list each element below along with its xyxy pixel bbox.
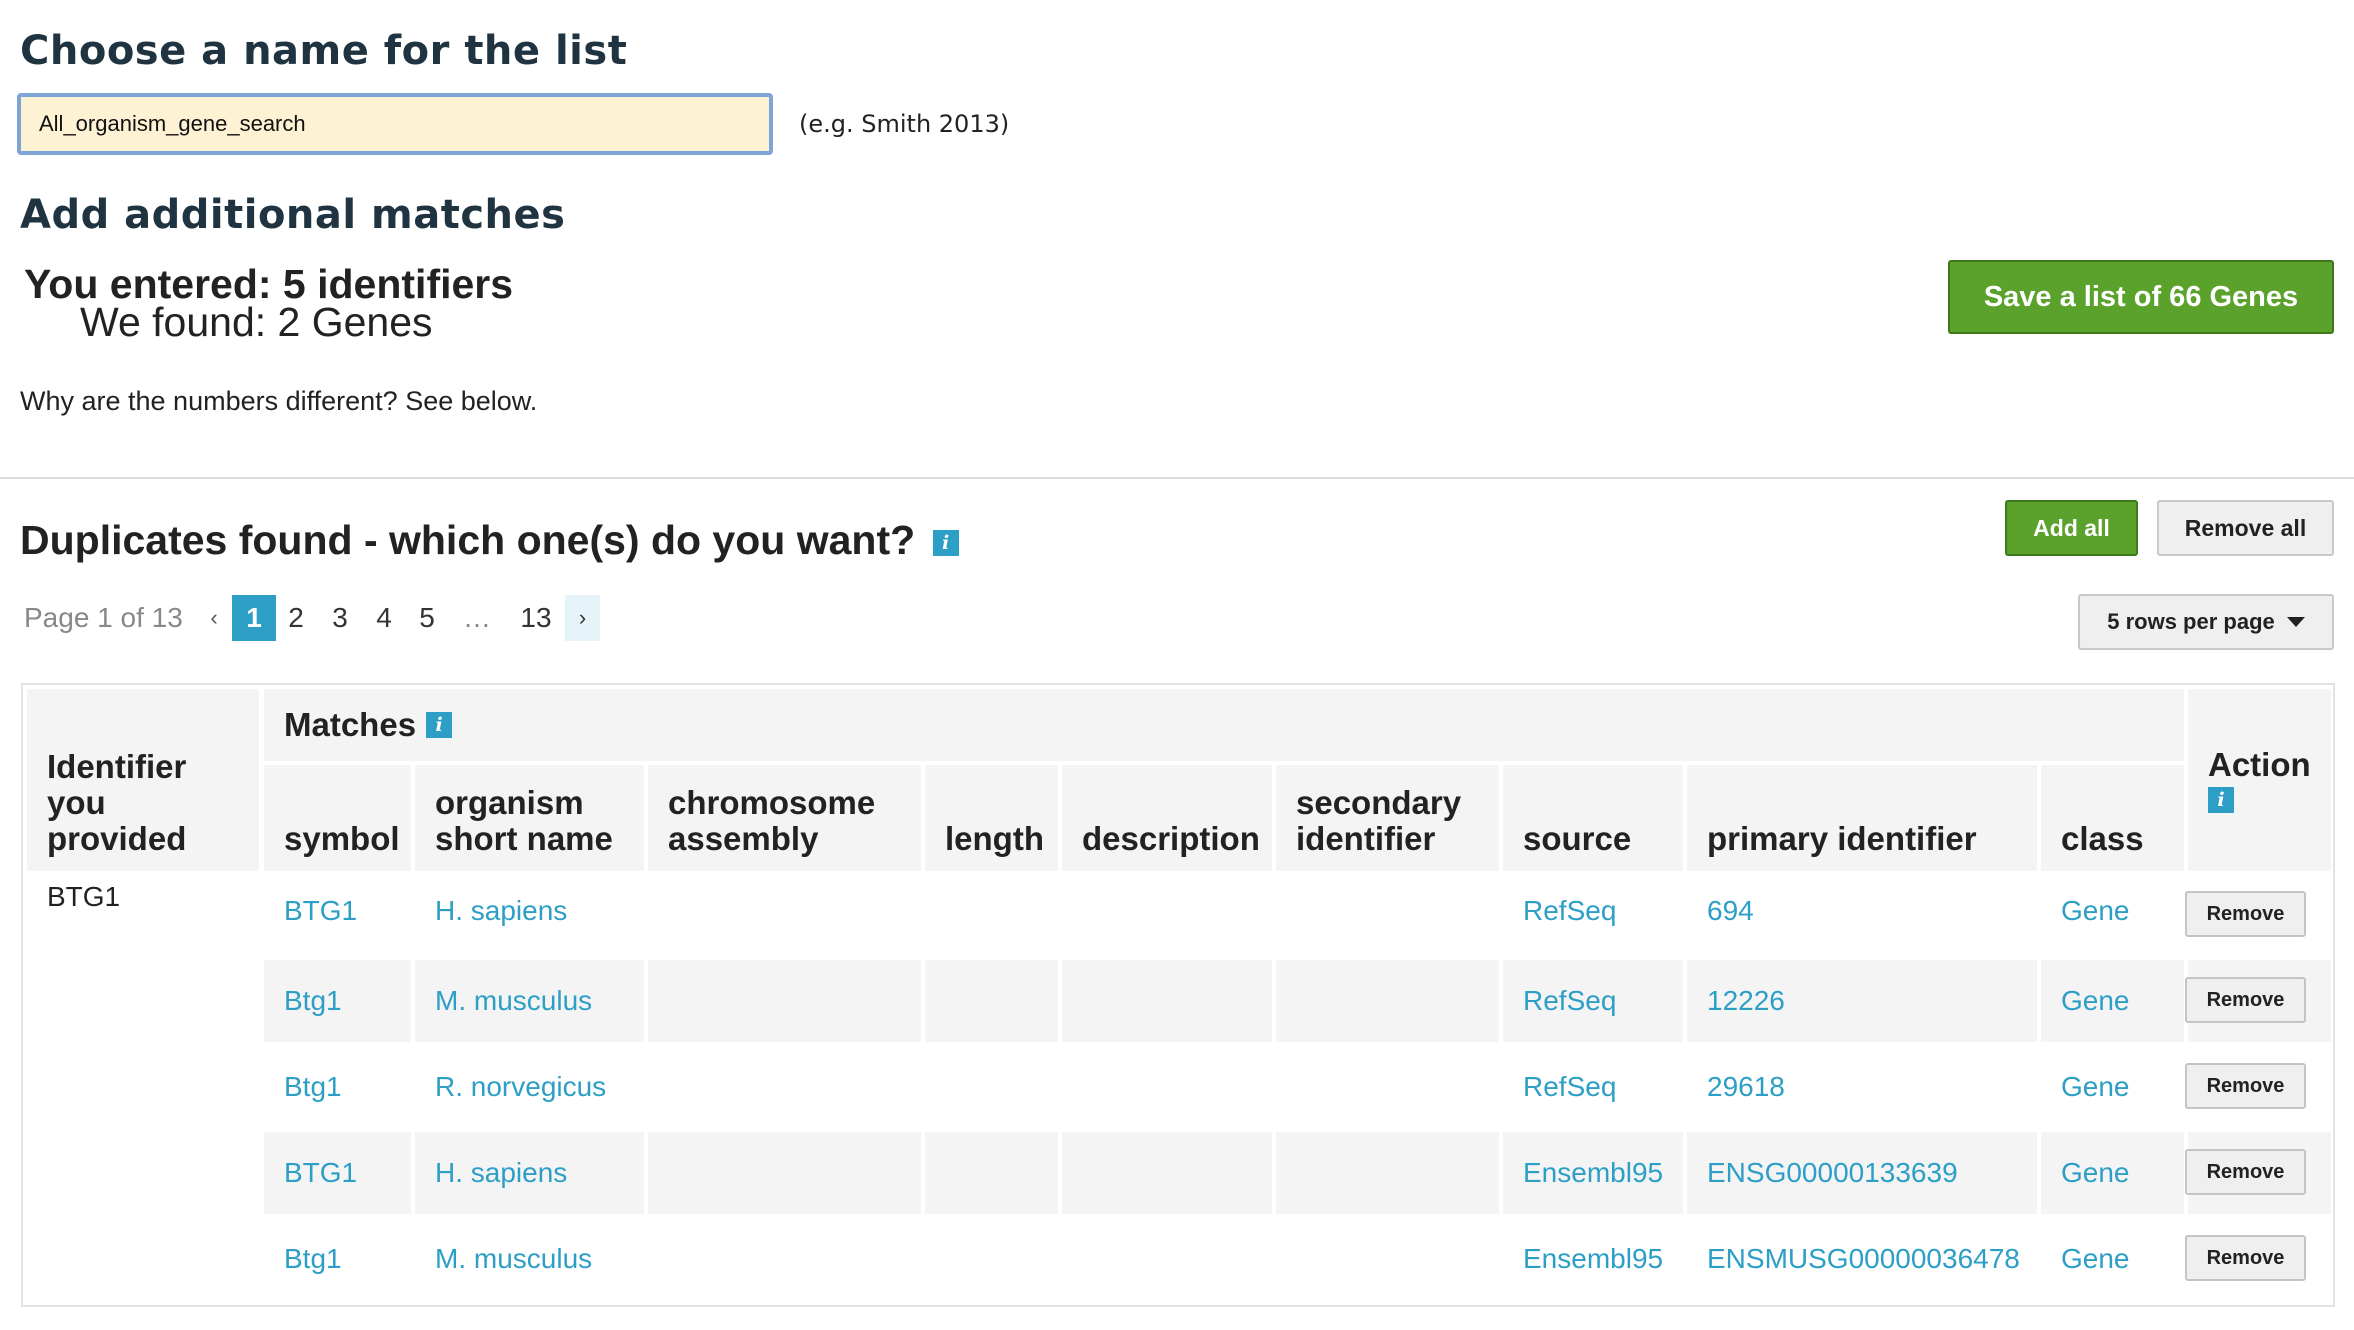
row-4-organism-link[interactable]: H. sapiens bbox=[435, 1149, 567, 1197]
row-5-remove-button[interactable]: Remove bbox=[2185, 1235, 2306, 1281]
row-divider bbox=[2037, 960, 2041, 1042]
row-3-remove-button[interactable]: Remove bbox=[2185, 1063, 2306, 1109]
row-4-class-link[interactable]: Gene bbox=[2061, 1149, 2130, 1197]
duplicates-heading: Duplicates found - which one(s) do you w… bbox=[20, 517, 959, 564]
row-divider bbox=[411, 1132, 415, 1214]
next-page-button[interactable]: › bbox=[565, 595, 600, 641]
row-divider bbox=[2037, 1132, 2041, 1214]
row-divider bbox=[1499, 960, 1503, 1042]
row-5-primary-link[interactable]: ENSMUSG00000036478 bbox=[1707, 1235, 2020, 1283]
row-1-remove-button[interactable]: Remove bbox=[2185, 891, 2306, 937]
row-2-primary-link[interactable]: 12226 bbox=[1707, 977, 1785, 1025]
row-1-source-link[interactable]: RefSeq bbox=[1523, 887, 1616, 935]
row-4-primary-link[interactable]: ENSG00000133639 bbox=[1707, 1149, 1958, 1197]
page-2-button[interactable]: 2 bbox=[276, 595, 316, 641]
col-action-header: Action i bbox=[2188, 689, 2331, 871]
info-icon[interactable]: i bbox=[932, 530, 959, 557]
page-3-button[interactable]: 3 bbox=[320, 595, 360, 641]
row-3-symbol-link[interactable]: Btg1 bbox=[284, 1063, 342, 1111]
row-2-remove-button[interactable]: Remove bbox=[2185, 977, 2306, 1023]
results-table: Identifier you provided Matches i symbol… bbox=[21, 683, 2335, 1307]
save-list-button[interactable]: Save a list of 66 Genes bbox=[1948, 260, 2334, 334]
row-5-symbol-link[interactable]: Btg1 bbox=[284, 1235, 342, 1283]
row-1-primary-link[interactable]: 694 bbox=[1707, 887, 1754, 935]
row-divider bbox=[1058, 1132, 1062, 1214]
rows-per-page-label: 5 rows per page bbox=[2107, 609, 2275, 634]
duplicates-heading-text: Duplicates found - which one(s) do you w… bbox=[20, 517, 916, 563]
page-ellipsis: … bbox=[463, 602, 491, 633]
found-count: We found: 2 Genes bbox=[80, 299, 433, 345]
add-all-button[interactable]: Add all bbox=[2005, 500, 2138, 556]
row-2-class-link[interactable]: Gene bbox=[2061, 977, 2130, 1025]
matches-label: Matches bbox=[284, 706, 417, 743]
row-divider bbox=[1272, 1132, 1276, 1214]
matches-group-header: Matches i bbox=[264, 689, 2184, 761]
page-1-button[interactable]: 1 bbox=[232, 595, 276, 641]
col-organism-header[interactable]: organism short name bbox=[415, 765, 644, 871]
row-1-symbol-link[interactable]: BTG1 bbox=[284, 887, 357, 935]
row-stripe bbox=[264, 1132, 2331, 1214]
row-divider bbox=[921, 960, 925, 1042]
col-class-header[interactable]: class bbox=[2041, 765, 2184, 871]
row-2-symbol-link[interactable]: Btg1 bbox=[284, 977, 342, 1025]
row-4-remove-button[interactable]: Remove bbox=[2185, 1149, 2306, 1195]
row-1-class-link[interactable]: Gene bbox=[2061, 887, 2130, 935]
action-label: Action bbox=[2208, 746, 2311, 783]
row-4-symbol-link[interactable]: BTG1 bbox=[284, 1149, 357, 1197]
section-divider bbox=[0, 477, 2354, 479]
row-divider bbox=[1499, 1132, 1503, 1214]
remove-all-button[interactable]: Remove all bbox=[2157, 500, 2334, 556]
row-divider bbox=[644, 960, 648, 1042]
row-5-source-link[interactable]: Ensembl95 bbox=[1523, 1235, 1663, 1283]
action-info-icon[interactable]: i bbox=[2208, 787, 2234, 813]
list-name-heading: Choose a name for the list bbox=[20, 28, 628, 74]
row-2-organism-link[interactable]: M. musculus bbox=[435, 977, 592, 1025]
col-primary-header[interactable]: primary identifier bbox=[1687, 765, 2037, 871]
row-4-source-link[interactable]: Ensembl95 bbox=[1523, 1149, 1663, 1197]
prev-page-button[interactable]: ‹ bbox=[202, 595, 226, 641]
row-divider bbox=[411, 960, 415, 1042]
row-divider bbox=[921, 1132, 925, 1214]
row-1-organism-link[interactable]: H. sapiens bbox=[435, 887, 567, 935]
chevron-down-icon bbox=[2286, 617, 2305, 627]
row-3-primary-link[interactable]: 29618 bbox=[1707, 1063, 1785, 1111]
row-divider bbox=[644, 1132, 648, 1214]
numbers-explanation: Why are the numbers different? See below… bbox=[20, 386, 538, 416]
row-3-class-link[interactable]: Gene bbox=[2061, 1063, 2130, 1111]
page-5-button[interactable]: 5 bbox=[407, 595, 447, 641]
row-divider bbox=[1683, 960, 1687, 1042]
matches-info-icon[interactable]: i bbox=[426, 712, 453, 738]
col-length-header[interactable]: length bbox=[925, 765, 1058, 871]
rows-per-page-select[interactable]: 5 rows per page bbox=[2078, 594, 2334, 650]
list-name-hint: (e.g. Smith 2013) bbox=[799, 110, 1010, 138]
page-4-button[interactable]: 4 bbox=[364, 595, 404, 641]
row-divider bbox=[1272, 960, 1276, 1042]
list-name-input[interactable] bbox=[17, 93, 773, 155]
col-source-header[interactable]: source bbox=[1503, 765, 1683, 871]
col-symbol-header[interactable]: symbol bbox=[264, 765, 411, 871]
row-5-organism-link[interactable]: M. musculus bbox=[435, 1235, 592, 1283]
identifier-cell: BTG1 bbox=[47, 881, 121, 912]
row-2-source-link[interactable]: RefSeq bbox=[1523, 977, 1616, 1025]
row-5-class-link[interactable]: Gene bbox=[2061, 1235, 2130, 1283]
row-3-organism-link[interactable]: R. norvegicus bbox=[435, 1063, 606, 1111]
row-3-source-link[interactable]: RefSeq bbox=[1523, 1063, 1616, 1111]
col-identifier-header: Identifier you provided bbox=[27, 689, 259, 871]
page-13-button[interactable]: 13 bbox=[510, 595, 562, 641]
col-chromosome-header[interactable]: chromosome assembly bbox=[648, 765, 921, 871]
col-description-header[interactable]: description bbox=[1062, 765, 1272, 871]
row-divider bbox=[1058, 960, 1062, 1042]
add-matches-heading: Add additional matches bbox=[20, 192, 566, 238]
row-divider bbox=[1683, 1132, 1687, 1214]
page-status: Page 1 of 13 bbox=[24, 602, 183, 633]
col-secondary-header[interactable]: secondary identifier bbox=[1276, 765, 1499, 871]
